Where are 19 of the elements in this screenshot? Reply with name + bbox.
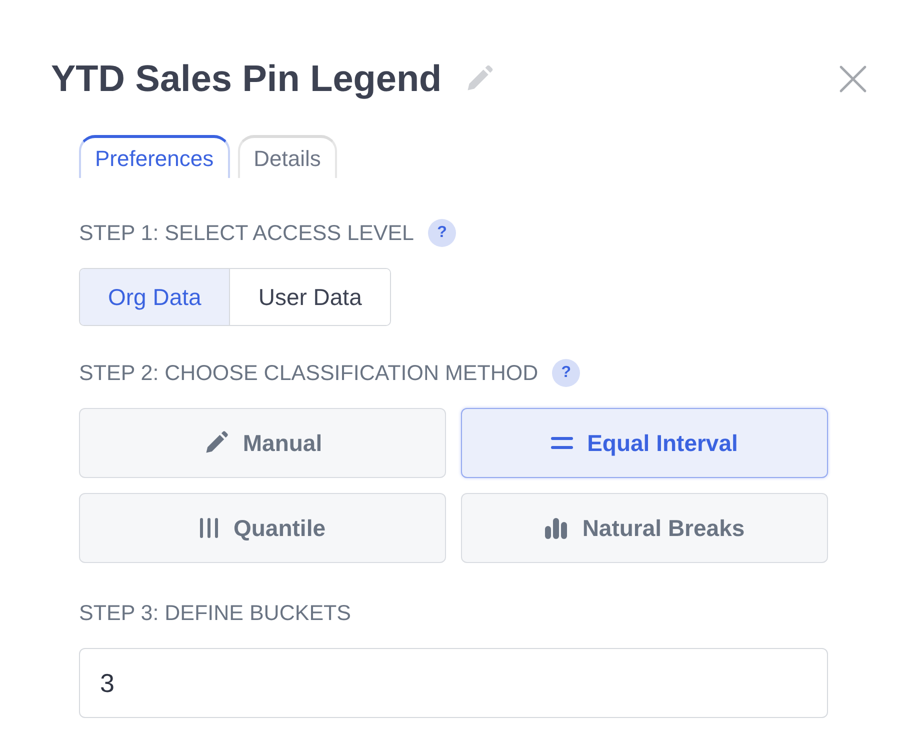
step-label: STEP 3: DEFINE BUCKETS (79, 600, 352, 626)
help-badge[interactable]: ? (428, 219, 456, 247)
method-button[interactable]: Natural Breaks (461, 493, 828, 563)
tab[interactable]: Preferences (79, 135, 230, 178)
method-button[interactable]: Equal Interval (461, 408, 828, 478)
segment-button[interactable]: Org Data (80, 269, 230, 325)
buckets-input[interactable]: 3 (79, 648, 828, 718)
step-label: STEP 1: SELECT ACCESS LEVEL (79, 220, 414, 246)
method-button[interactable]: Quantile (79, 493, 446, 563)
method-button[interactable]: Manual (79, 408, 446, 478)
tab[interactable]: Details (238, 135, 337, 178)
segment-button[interactable]: User Data (229, 269, 390, 325)
help-badge[interactable]: ? (552, 359, 580, 387)
bar-chart-icon (544, 517, 568, 539)
vertical-lines-icon (199, 516, 220, 540)
step-label: STEP 2: CHOOSE CLASSIFICATION METHOD (79, 360, 538, 386)
equals-icon (551, 436, 574, 450)
close-icon[interactable] (838, 64, 868, 94)
dialog-title: YTD Sales Pin Legend (51, 58, 442, 100)
